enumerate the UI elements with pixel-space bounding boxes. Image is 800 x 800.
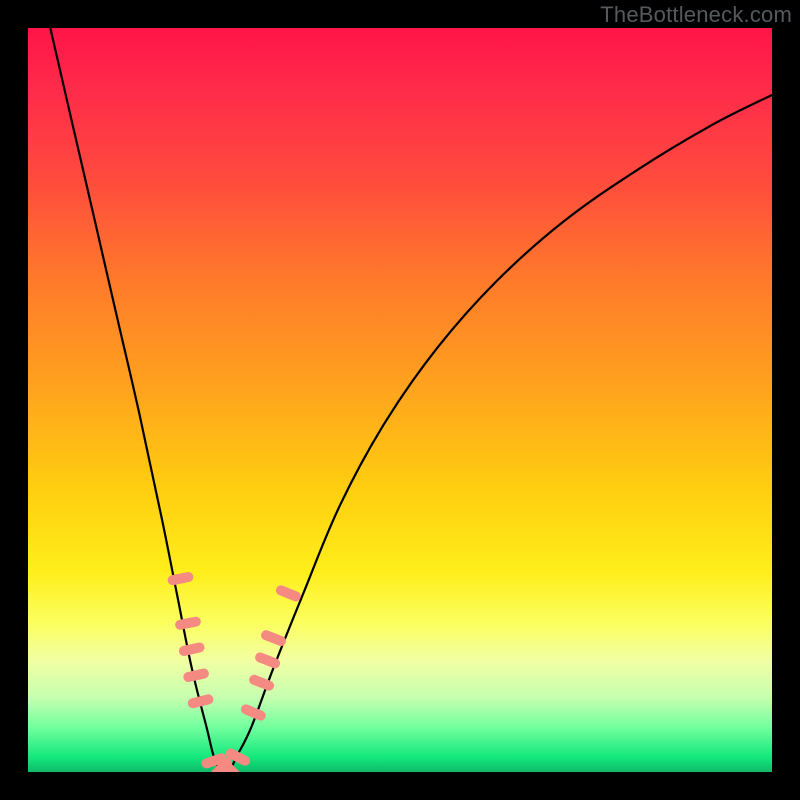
data-marker (254, 651, 282, 670)
bottleneck-curve (50, 28, 772, 772)
plot-area (28, 28, 772, 772)
data-marker (274, 584, 302, 603)
data-marker (260, 629, 288, 648)
watermark-label: TheBottleneck.com (600, 2, 792, 28)
chart-frame: TheBottleneck.com (0, 0, 800, 800)
marker-group (167, 571, 303, 772)
data-marker (182, 668, 210, 683)
data-marker (178, 642, 206, 657)
chart-svg (28, 28, 772, 772)
data-marker (167, 571, 194, 586)
data-marker (174, 616, 201, 631)
